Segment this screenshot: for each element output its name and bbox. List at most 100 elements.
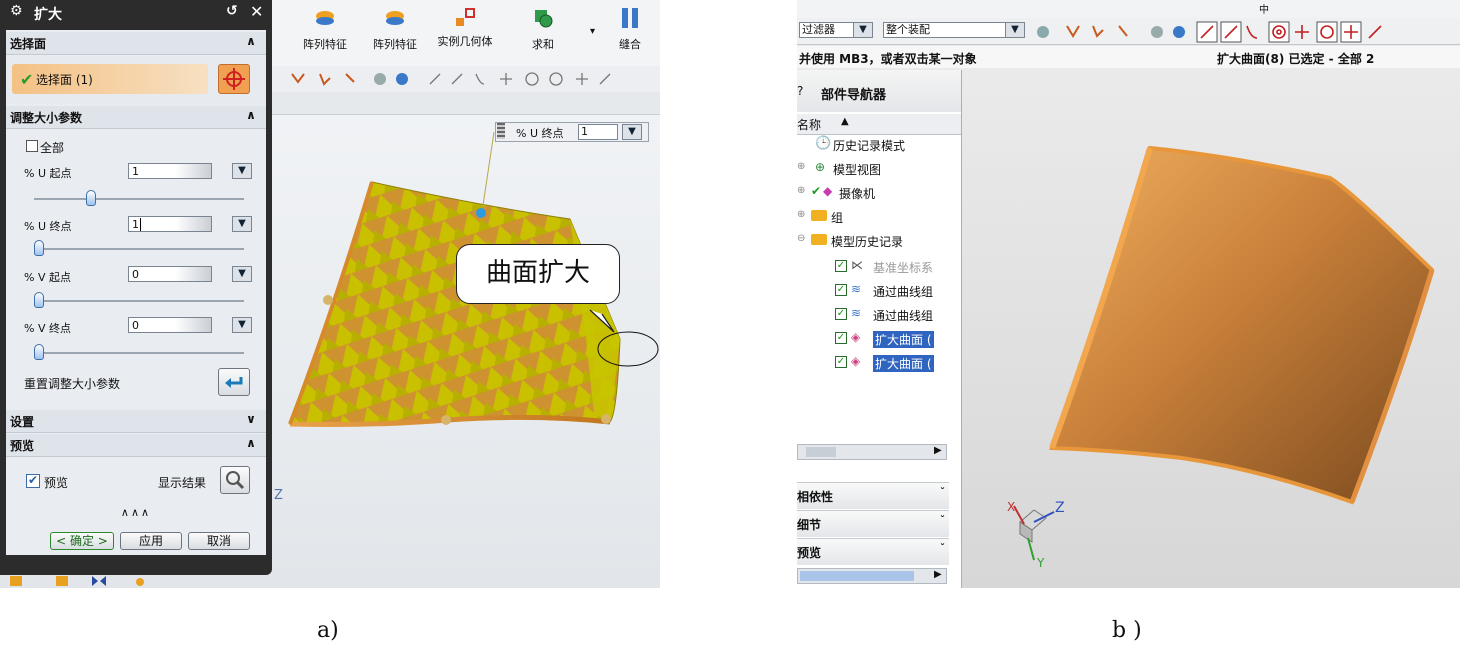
navigator-title: 部件导航器 — [821, 88, 887, 103]
u-end-floating-input[interactable]: % U 终点 1 ▼ — [495, 122, 649, 142]
close-icon[interactable]: ✕ — [250, 2, 263, 21]
u-start-slider-track[interactable] — [34, 198, 244, 200]
v-end-input[interactable]: 0 — [128, 317, 212, 333]
chevron-up-icon[interactable]: ∧ — [242, 436, 260, 452]
ok-button[interactable]: < 确定 > — [50, 532, 114, 550]
unite-icon — [535, 10, 553, 28]
item-checkbox[interactable]: ✓ — [835, 308, 847, 320]
tree-item-model-views[interactable]: ⊕ ⊕ 模型视图 — [797, 158, 961, 180]
dropdown-arrow-icon[interactable]: ▼ — [232, 163, 252, 179]
item-checkbox[interactable]: ✓ — [835, 356, 847, 368]
drag-handle-icon[interactable] — [497, 123, 505, 139]
u-end-value: 1 — [132, 218, 139, 231]
select-face-button[interactable] — [218, 64, 250, 94]
ribbon-pattern-feature-button[interactable]: 阵列特征 — [292, 4, 358, 62]
v-end-slider-track[interactable] — [34, 352, 244, 354]
tree-item-model-history[interactable]: ⊖ 模型历史记录 — [797, 230, 961, 252]
ribbon-unite-button[interactable]: 求和 — [510, 4, 576, 62]
show-result-button[interactable] — [220, 466, 250, 494]
select-face-active[interactable]: ✔ 选择面 (1) — [12, 64, 208, 94]
chevron-down-icon[interactable]: ˇ — [940, 543, 945, 554]
scroll-thumb[interactable] — [806, 447, 836, 457]
scroll-right-icon[interactable]: ▶ — [934, 569, 942, 580]
ribbon-sew-label: 缝合 — [619, 38, 641, 51]
expand-icon[interactable]: ⊕ — [797, 185, 805, 196]
cancel-button[interactable]: 取消 — [188, 532, 250, 550]
u-start-slider-knob[interactable] — [86, 190, 96, 206]
navigator-pin-icon[interactable]: ? — [797, 84, 803, 98]
tree-item-extend-surface-1[interactable]: ✓ ◈ 扩大曲面 ( — [797, 328, 961, 350]
z-axis-label: Z — [274, 488, 283, 503]
check-icon: ✔ — [20, 70, 34, 89]
preview-section-header[interactable]: 预览 ∧ — [6, 434, 266, 457]
u-end-slider-knob[interactable] — [34, 240, 44, 256]
chevron-down-icon[interactable]: ▾ — [590, 26, 595, 37]
caption-a: a) — [317, 618, 339, 643]
collapse-icon[interactable]: ⊖ — [797, 233, 805, 244]
chevron-down-icon[interactable]: ˇ — [940, 515, 945, 526]
ribbon-instance-geometry-button[interactable]: 实例几何体 — [432, 4, 498, 62]
ribbon-sew-button[interactable]: 缝合 — [600, 4, 660, 62]
dropdown-arrow-icon[interactable]: ▼ — [853, 22, 873, 38]
reset-dialog-icon[interactable]: ↺ — [226, 3, 238, 19]
horizontal-scrollbar[interactable]: ▶ — [797, 444, 947, 460]
selection-filter-toolbar: 过滤器 ▼ 整个装配 ▼ — [797, 18, 1460, 45]
dependencies-panel-header[interactable]: 相依性 ˇ — [797, 482, 949, 509]
u-end-input[interactable]: 1 — [128, 216, 212, 232]
assembly-scope-dropdown[interactable]: 整个装配 — [883, 22, 1009, 38]
tree-item-through-curves-2[interactable]: ✓ ≋ 通过曲线组 — [797, 304, 961, 326]
magnifier-icon — [226, 471, 245, 490]
reset-params-button[interactable] — [218, 368, 250, 396]
preview-panel-header[interactable]: 预览 ˇ — [797, 538, 949, 565]
tree-item-extend-surface-2[interactable]: ✓ ◈ 扩大曲面 ( — [797, 352, 961, 374]
item-checkbox[interactable]: ✓ — [835, 260, 847, 272]
settings-section-header[interactable]: 设置 ∨ — [6, 410, 266, 433]
preview-checkbox[interactable]: ✔ — [26, 474, 40, 488]
scroll-thumb[interactable] — [800, 571, 914, 581]
extend-surface-icon: ◈ — [851, 354, 861, 368]
expand-icon[interactable]: ⊕ — [797, 161, 805, 172]
resize-params-section-header[interactable]: 调整大小参数 ∧ — [6, 106, 266, 129]
dropdown-arrow-icon[interactable]: ▼ — [622, 124, 642, 140]
v-start-slider-track[interactable] — [34, 300, 244, 302]
u-start-input[interactable]: 1 — [128, 163, 212, 179]
name-column-header[interactable]: 名称 ▲ — [797, 114, 961, 135]
preview-label: 预览 — [797, 546, 822, 560]
ribbon-pattern-feature-label: 阵列特征 — [303, 38, 347, 51]
apply-button[interactable]: 应用 — [120, 532, 182, 550]
tree-item-datum-csys[interactable]: ✓ ⋉ 基准坐标系 — [797, 256, 961, 278]
select-face-section-header[interactable]: 选择面 ∧ — [6, 32, 266, 55]
ribbon-pattern-feature-button-2[interactable]: 阵列特征 — [362, 4, 428, 62]
tree-item-through-curves-1[interactable]: ✓ ≋ 通过曲线组 — [797, 280, 961, 302]
tree-item-label: 组 — [831, 211, 844, 225]
tree-item-history-mode[interactable]: 🕒 历史记录模式 — [797, 134, 961, 156]
u-end-slider-track[interactable] — [34, 248, 244, 250]
v-end-slider-knob[interactable] — [34, 344, 44, 360]
expand-icon[interactable]: ⊕ — [797, 209, 805, 220]
horizontal-scrollbar-bottom[interactable]: ▶ — [797, 568, 947, 584]
folder-icon — [811, 210, 827, 221]
tree-item-cameras[interactable]: ⊕ ✔ ◆ 摄像机 — [797, 182, 961, 204]
details-panel-header[interactable]: 细节 ˇ — [797, 510, 949, 537]
select-face-row: ✔ 选择面 (1) — [6, 56, 266, 104]
dropdown-arrow-icon[interactable]: ▼ — [232, 216, 252, 232]
folder-icon — [811, 234, 827, 245]
u-end-callout-value[interactable]: 1 — [578, 124, 618, 140]
gear-icon[interactable]: ⚙ — [10, 3, 23, 19]
scroll-right-icon[interactable]: ▶ — [934, 445, 942, 456]
collapse-all-icon[interactable]: ∧∧∧ — [6, 506, 266, 520]
tree-item-groups[interactable]: ⊕ 组 — [797, 206, 961, 228]
v-start-slider-knob[interactable] — [34, 292, 44, 308]
dropdown-arrow-icon[interactable]: ▼ — [1005, 22, 1025, 38]
chevron-down-icon[interactable]: ∨ — [242, 412, 260, 428]
dropdown-arrow-icon[interactable]: ▼ — [232, 317, 252, 333]
chevron-down-icon[interactable]: ˇ — [940, 487, 945, 498]
v-start-input[interactable]: 0 — [128, 266, 212, 282]
dropdown-arrow-icon[interactable]: ▼ — [232, 266, 252, 282]
item-checkbox[interactable]: ✓ — [835, 332, 847, 344]
chevron-up-icon[interactable]: ∧ — [242, 108, 260, 124]
chevron-up-icon[interactable]: ∧ — [242, 34, 260, 50]
all-checkbox[interactable] — [26, 140, 38, 152]
type-filter-dropdown[interactable]: 过滤器 — [799, 22, 857, 38]
item-checkbox[interactable]: ✓ — [835, 284, 847, 296]
